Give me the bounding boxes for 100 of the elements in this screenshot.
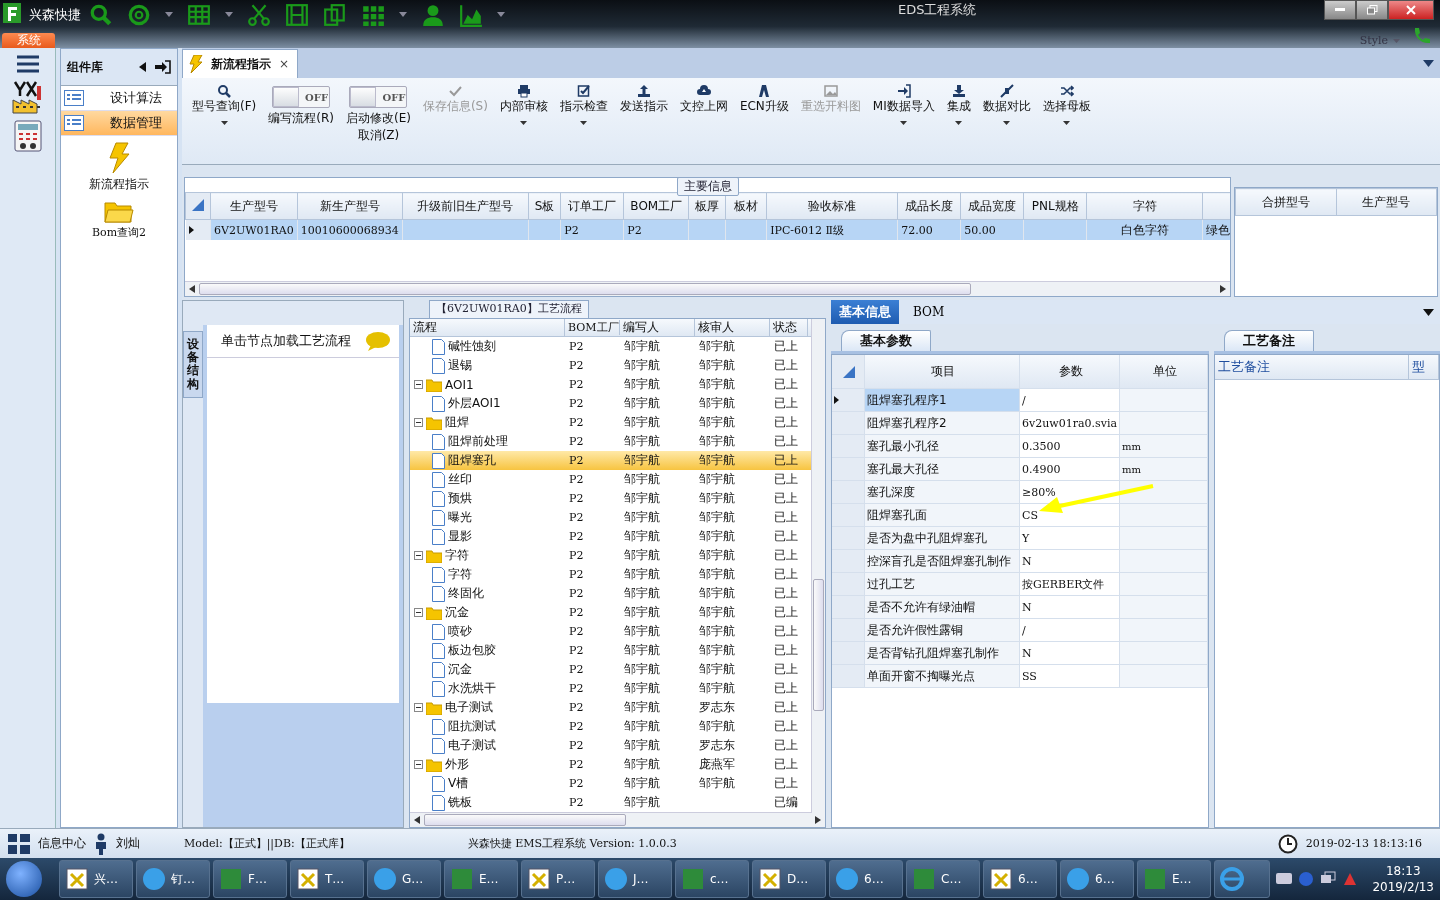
tree-row[interactable]: 铣板 P2 邹宇航 已编 bbox=[410, 793, 811, 812]
tree-row[interactable]: 字符 P2 邹宇航 邹宇航 已上 bbox=[410, 565, 811, 584]
collapse-left-icon[interactable] bbox=[139, 62, 147, 72]
toggle-control[interactable]: OFF 编写流程(R) bbox=[262, 82, 340, 164]
caret-icon[interactable] bbox=[520, 121, 528, 125]
column-header[interactable]: S板 bbox=[528, 192, 561, 220]
minimize-button[interactable] bbox=[1324, 0, 1356, 20]
tree-row[interactable]: 阻抗测试 P2 邹宇航 邹宇航 已上 bbox=[410, 717, 811, 736]
tool-item[interactable]: Bom查询2 bbox=[61, 199, 177, 240]
dropdown-caret-icon[interactable] bbox=[1423, 60, 1434, 67]
panel-tab[interactable]: BOM bbox=[905, 300, 953, 324]
column-header[interactable]: 字符 bbox=[1086, 192, 1203, 220]
taskbar-button[interactable]: T… bbox=[290, 860, 364, 898]
column-header[interactable]: 编写人 bbox=[620, 319, 695, 336]
horizontal-scrollbar[interactable] bbox=[185, 281, 1230, 296]
tree-row[interactable]: 水洗烘干 P2 邹宇航 邹宇航 已上 bbox=[410, 679, 811, 698]
tree-row[interactable]: 喷砂 P2 邹宇航 邹宇航 已上 bbox=[410, 622, 811, 641]
column-header[interactable]: 工艺备注 bbox=[1215, 355, 1409, 379]
tree-row[interactable]: 外形 P2 邹宇航 庞燕军 已上 bbox=[410, 755, 811, 774]
tree-row[interactable]: 终固化 P2 邹宇航 邹宇航 已上 bbox=[410, 584, 811, 603]
grid-icon[interactable] bbox=[8, 833, 30, 854]
tree-row[interactable]: 丝印 P2 邹宇航 邹宇航 已上 bbox=[410, 470, 811, 489]
caret-icon[interactable] bbox=[580, 121, 588, 125]
column-header[interactable]: 新生产型号 bbox=[297, 192, 403, 220]
toggle-switch[interactable]: OFF bbox=[272, 86, 331, 108]
caret-icon[interactable] bbox=[220, 121, 228, 125]
taskbar-button[interactable]: E… bbox=[444, 860, 518, 898]
tool-item[interactable]: 新流程指示 bbox=[61, 142, 177, 193]
ribbon-button[interactable]: 指示检查 bbox=[553, 82, 614, 164]
column-header[interactable]: 合拼型号 bbox=[1235, 188, 1336, 216]
column-header[interactable]: BOM工厂 bbox=[565, 320, 620, 335]
component-item[interactable]: 数据管理 bbox=[61, 111, 177, 136]
tree-row[interactable]: 碱性蚀刻 P2 邹宇航 邹宇航 已上 bbox=[410, 337, 811, 356]
column-header[interactable]: 成品宽度 bbox=[960, 192, 1024, 220]
row-header[interactable] bbox=[832, 389, 865, 411]
chart-icon[interactable] bbox=[459, 3, 483, 27]
dropdown-caret-icon[interactable] bbox=[1423, 309, 1434, 316]
ribbon-button[interactable]: MI数据导入 bbox=[866, 82, 941, 164]
tree-row[interactable]: 阻焊 P2 邹宇航 邹宇航 已上 bbox=[410, 413, 811, 432]
taskbar-button[interactable]: G… bbox=[367, 860, 441, 898]
toggle-control[interactable]: OFF 启动修改(E) 取消(Z) bbox=[339, 82, 417, 164]
calculator-icon[interactable] bbox=[12, 120, 43, 152]
taskbar-clock[interactable]: 18:13 2019/2/13 bbox=[1372, 863, 1434, 895]
column-header[interactable]: 状态 bbox=[770, 319, 808, 336]
caret-icon[interactable] bbox=[955, 121, 963, 125]
column-header[interactable]: 单位 bbox=[1120, 355, 1208, 388]
tab-close-button[interactable]: × bbox=[279, 57, 290, 71]
collapse-icon[interactable] bbox=[414, 760, 423, 769]
tree-row[interactable]: 电子测试 P2 邹宇航 罗志东 已上 bbox=[410, 698, 811, 717]
scroll-left-icon[interactable] bbox=[414, 816, 420, 824]
info-center-link[interactable]: 信息中心 bbox=[38, 835, 86, 852]
caret-icon[interactable] bbox=[900, 121, 908, 125]
column-header[interactable]: 核审人 bbox=[695, 319, 770, 336]
taskbar-button[interactable]: c… bbox=[675, 860, 749, 898]
scrollbar-thumb[interactable] bbox=[813, 579, 824, 711]
grid-icon[interactable] bbox=[361, 3, 385, 27]
caret-icon[interactable] bbox=[165, 12, 173, 18]
column-header[interactable]: 参数 bbox=[1020, 355, 1120, 388]
tree-row[interactable]: 字符 P2 邹宇航 邹宇航 已上 bbox=[410, 546, 811, 565]
tree-row[interactable]: 退锡 P2 邹宇航 邹宇航 已上 bbox=[410, 356, 811, 375]
taskbar-button[interactable]: D… bbox=[752, 860, 826, 898]
vertical-scrollbar[interactable] bbox=[811, 319, 825, 813]
tree-row[interactable]: 沉金 P2 邹宇航 邹宇航 已上 bbox=[410, 660, 811, 679]
tree-row[interactable]: 预烘 P2 邹宇航 邹宇航 已上 bbox=[410, 489, 811, 508]
column-header[interactable]: 订单工厂 bbox=[560, 192, 624, 220]
copy-icon[interactable] bbox=[323, 3, 347, 27]
column-header[interactable]: 升级前旧生产型号 bbox=[402, 192, 529, 220]
tree-row[interactable]: 阻焊前处理 P2 邹宇航 邹宇航 已上 bbox=[410, 432, 811, 451]
sub-tab[interactable]: 工艺备注 bbox=[1224, 330, 1314, 351]
caret-icon[interactable] bbox=[1003, 121, 1011, 125]
tree-row[interactable]: 显影 P2 邹宇航 邹宇航 已上 bbox=[410, 527, 811, 546]
menu-icon[interactable] bbox=[15, 54, 40, 74]
tree-row[interactable]: 曝光 P2 邹宇航 邹宇航 已上 bbox=[410, 508, 811, 527]
close-button[interactable] bbox=[1388, 0, 1434, 20]
sign-in-icon[interactable] bbox=[155, 60, 171, 74]
tree-row[interactable]: 外层AOI1 P2 邹宇航 邹宇航 已上 bbox=[410, 394, 811, 413]
vertical-tab[interactable]: 设备结构 bbox=[183, 331, 203, 398]
person-icon[interactable] bbox=[421, 3, 445, 27]
tree-row[interactable]: AOI1 P2 邹宇航 邹宇航 已上 bbox=[410, 375, 811, 394]
ribbon-button[interactable]: 文控上网 bbox=[673, 82, 734, 164]
horizontal-scrollbar[interactable] bbox=[410, 812, 825, 827]
ribbon-button[interactable]: 选择母板 bbox=[1036, 82, 1097, 164]
scrollbar-thumb[interactable] bbox=[199, 283, 971, 295]
column-header[interactable]: 验收标准 bbox=[766, 192, 898, 220]
collapse-icon[interactable] bbox=[414, 380, 423, 389]
scissors-icon[interactable] bbox=[247, 3, 271, 27]
taskbar-button[interactable]: 6… bbox=[1060, 860, 1134, 898]
column-header[interactable]: 项目 bbox=[865, 355, 1020, 388]
phone-icon[interactable] bbox=[1412, 26, 1432, 46]
taskbar-button[interactable]: 6… bbox=[829, 860, 903, 898]
column-header[interactable]: PNL规格 bbox=[1023, 192, 1087, 220]
ribbon-button[interactable]: 内部审核 bbox=[493, 82, 554, 164]
search-icon[interactable] bbox=[89, 3, 113, 27]
column-header[interactable]: 生产型号 bbox=[210, 192, 298, 220]
tree-row[interactable]: 板边包胶 P2 邹宇航 邹宇航 已上 bbox=[410, 641, 811, 660]
caret-icon[interactable] bbox=[1063, 121, 1071, 125]
taskbar-button[interactable]: J… bbox=[598, 860, 672, 898]
taskbar-button[interactable]: 兴… bbox=[59, 860, 133, 898]
column-header[interactable]: 成品长度 bbox=[897, 192, 961, 220]
column-header[interactable]: 型 bbox=[1409, 355, 1439, 379]
